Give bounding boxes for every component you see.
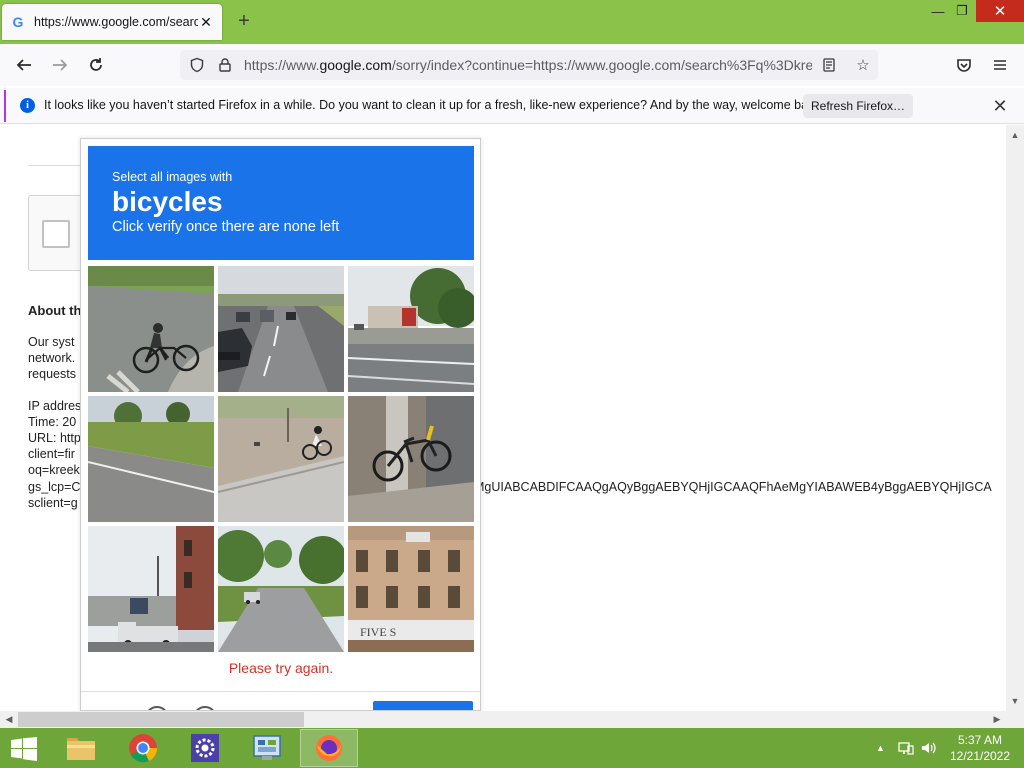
info-icon: i bbox=[20, 98, 35, 113]
network-icon[interactable] bbox=[898, 740, 914, 759]
window-close-icon[interactable]: ✕ bbox=[976, 0, 1024, 22]
image-tile[interactable]: FIVE S bbox=[348, 526, 474, 652]
clock-date: 12/21/2022 bbox=[949, 749, 1011, 763]
image-tile[interactable] bbox=[88, 396, 214, 522]
volume-icon[interactable] bbox=[920, 740, 936, 759]
address-bar[interactable]: https://www.google.com/sorry/index?conti… bbox=[180, 50, 878, 80]
building-sign-text: FIVE S bbox=[360, 625, 396, 639]
page-text-line: Our syst bbox=[28, 335, 75, 349]
browser-tab-bar: G https://www.google.com/search ✕ + — ❐ … bbox=[0, 0, 1024, 44]
browser-tab[interactable]: G https://www.google.com/search ✕ bbox=[2, 4, 222, 40]
image-grid: FIVE S bbox=[88, 266, 474, 652]
navigation-toolbar: https://www.google.com/sorry/index?conti… bbox=[0, 44, 1024, 86]
scroll-right-icon[interactable]: ▶ bbox=[988, 711, 1006, 728]
windows-taskbar: ▲ 5:37 AM 12/21/2022 bbox=[0, 728, 1024, 768]
restore-icon[interactable]: ❐ bbox=[946, 0, 978, 22]
settings-icon[interactable] bbox=[176, 729, 234, 767]
challenge-subtext: Click verify once there are none left bbox=[112, 219, 340, 235]
control-panel-icon[interactable] bbox=[238, 729, 296, 767]
page-text-line: network. bbox=[28, 351, 76, 365]
windows-start-icon[interactable] bbox=[10, 737, 38, 761]
forward-arrow-icon[interactable] bbox=[48, 53, 72, 77]
scroll-down-icon[interactable]: ▼ bbox=[1006, 693, 1024, 709]
page-text-line: URL: http bbox=[28, 431, 81, 445]
image-tile[interactable] bbox=[88, 526, 214, 652]
clock-time: 5:37 AM bbox=[957, 733, 1003, 747]
reader-view-icon[interactable] bbox=[818, 54, 840, 76]
image-tile[interactable] bbox=[348, 396, 474, 522]
page-text-line: oq=kreek bbox=[28, 463, 80, 477]
chrome-icon[interactable] bbox=[114, 729, 172, 767]
new-tab-icon[interactable]: + bbox=[234, 11, 254, 32]
challenge-object: bicycles bbox=[112, 186, 223, 217]
page-divider bbox=[28, 165, 88, 166]
hamburger-menu-icon[interactable] bbox=[988, 53, 1012, 77]
scroll-left-icon[interactable]: ◀ bbox=[0, 711, 18, 728]
pocket-icon[interactable] bbox=[952, 53, 976, 77]
notification-close-icon[interactable]: ✕ bbox=[990, 96, 1010, 116]
horizontal-scroll-thumb[interactable] bbox=[18, 712, 304, 727]
gs-lcp-value: MgUIABCABDIFCAAQgAQyBggAEBYQHjIGCAAQFhAe… bbox=[474, 480, 992, 494]
notification-accent bbox=[4, 90, 6, 122]
image-tile[interactable] bbox=[88, 266, 214, 392]
page-text-line: requests bbox=[28, 367, 76, 381]
recaptcha-widget bbox=[28, 195, 88, 271]
shield-icon[interactable] bbox=[186, 54, 208, 76]
page-text-line: gs_lcp=C bbox=[28, 480, 81, 494]
refresh-firefox-notification: i It looks like you haven’t started Fire… bbox=[0, 88, 1024, 124]
scroll-corner bbox=[1006, 711, 1024, 728]
recaptcha-challenge-popup: Select all images with bicycles Click ve… bbox=[80, 138, 481, 711]
tab-title: https://www.google.com/search bbox=[34, 15, 198, 29]
verify-button[interactable] bbox=[373, 701, 473, 710]
recaptcha-checkbox[interactable] bbox=[42, 220, 70, 248]
challenge-header: Select all images with bicycles Click ve… bbox=[88, 146, 474, 260]
image-tile[interactable] bbox=[218, 266, 344, 392]
page-text-line: client=fir bbox=[28, 447, 75, 461]
page-text-line: Time: 20 bbox=[28, 415, 77, 429]
system-clock[interactable]: 5:37 AM 12/21/2022 bbox=[940, 732, 1020, 764]
firefox-icon[interactable] bbox=[300, 729, 358, 767]
file-explorer-icon[interactable] bbox=[52, 729, 110, 767]
tab-close-icon[interactable]: ✕ bbox=[198, 14, 214, 30]
star-icon[interactable]: ☆ bbox=[852, 54, 874, 76]
scroll-up-icon[interactable]: ▲ bbox=[1006, 127, 1024, 143]
about-heading: About th bbox=[28, 303, 82, 318]
google-favicon-icon: G bbox=[12, 14, 24, 30]
footer-divider bbox=[81, 691, 480, 692]
image-tile[interactable] bbox=[218, 526, 344, 652]
horizontal-scrollbar[interactable]: ◀ ▶ bbox=[0, 711, 1006, 728]
error-message: Please try again. bbox=[228, 660, 334, 676]
url-host: google.com bbox=[319, 57, 392, 73]
back-arrow-icon[interactable] bbox=[12, 53, 36, 77]
image-tile[interactable] bbox=[218, 396, 344, 522]
vertical-scrollbar[interactable]: ▲ ▼ bbox=[1006, 125, 1024, 711]
page-text-line: sclient=g bbox=[28, 496, 78, 510]
page-text-line: IP addres bbox=[28, 399, 82, 413]
url-path: /sorry/index?continue=https://www.google… bbox=[391, 57, 812, 73]
reload-icon[interactable] bbox=[84, 53, 108, 77]
show-hidden-icons-icon[interactable]: ▲ bbox=[876, 743, 885, 753]
refresh-firefox-button[interactable]: Refresh Firefox… bbox=[803, 94, 913, 118]
lock-icon[interactable] bbox=[214, 54, 236, 76]
image-tile[interactable] bbox=[348, 266, 474, 392]
challenge-instruction: Select all images with bbox=[112, 170, 233, 184]
url-scheme: https://www. bbox=[244, 57, 320, 73]
url-text[interactable]: https://www.google.com/sorry/index?conti… bbox=[244, 57, 812, 73]
notification-text: It looks like you haven’t started Firefo… bbox=[44, 98, 825, 112]
